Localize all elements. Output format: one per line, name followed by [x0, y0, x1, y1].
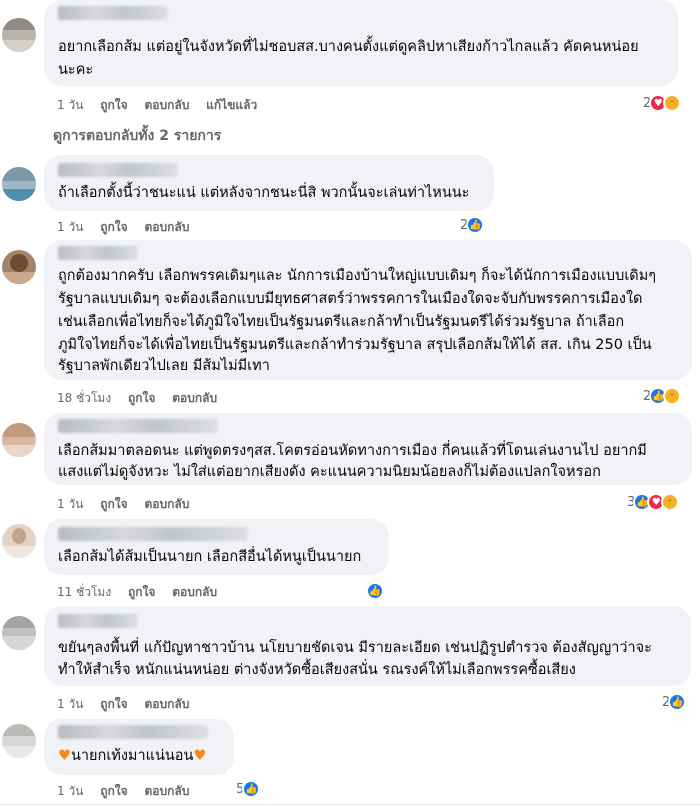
- comment-time[interactable]: 11 ชั่วโมง: [57, 585, 111, 599]
- reply-button[interactable]: ตอบกลับ: [144, 98, 189, 112]
- divider: [0, 804, 700, 805]
- comment-text-line: ♥นายกเท้งมาแน่นอน♥: [58, 745, 206, 768]
- like-button[interactable]: ถูกใจ: [100, 98, 127, 112]
- comment-time[interactable]: 1 วัน: [57, 98, 83, 112]
- author-name[interactable]: [58, 419, 218, 433]
- view-replies-link[interactable]: ดูการตอบกลับทั้ง 2 รายการ: [53, 125, 221, 147]
- comment-time[interactable]: 1 วัน: [57, 697, 83, 711]
- reaction-summary[interactable]: 👍: [366, 581, 384, 601]
- comment-actions: 1 วัน ถูกใจ ตอบกลับ: [57, 218, 202, 237]
- comment-time[interactable]: 18 ชั่วโมง: [57, 391, 111, 405]
- comment-text-line: ทำให้สำเร็จ หนักแน่นหน่อย ต่างจังหวัดซื้…: [58, 662, 576, 678]
- comment-bubble: เลือกส้มมาตลอดนะ แต่พูดตรงๆสส.โคตรอ่อนหั…: [44, 413, 692, 485]
- comment-time[interactable]: 1 วัน: [57, 220, 83, 234]
- comment-bubble: ถูกต้องมากครับ เลือกพรรคเดิมๆและ นักการเ…: [44, 240, 692, 380]
- comment-text-line: ถูกต้องมากครับ เลือกพรรคเดิมๆและ นักการเ…: [58, 268, 657, 284]
- reply-button[interactable]: ตอบกลับ: [144, 220, 189, 234]
- comment-time[interactable]: 1 วัน: [57, 784, 83, 798]
- comment-bubble: เลือกส้มได้ส้มเป็นนายก เลือกสีอื่นได้หนู…: [44, 519, 389, 575]
- avatar[interactable]: [2, 616, 36, 650]
- haha-icon: ᵕ: [663, 387, 682, 405]
- like-button[interactable]: ถูกใจ: [100, 497, 127, 511]
- comment-text-line: เลือกส้มได้ส้มเป็นนายก เลือกสีอื่นได้หนู…: [58, 549, 362, 565]
- comment-bubble: อยากเลือกส้ม แต่อยู่ในจังหวัดที่ไม่ชอบสส…: [44, 0, 678, 86]
- author-name[interactable]: [58, 725, 208, 739]
- like-icon: 👍: [242, 780, 261, 798]
- haha-icon: ᵕ: [663, 94, 682, 112]
- like-button[interactable]: ถูกใจ: [128, 391, 155, 405]
- avatar[interactable]: [2, 524, 36, 558]
- author-name[interactable]: [58, 163, 178, 177]
- avatar[interactable]: [2, 167, 36, 201]
- comment-bubble: ถ้าเลือกตั้งนี้ว่าชนะแน่ แต่หลังจากชนะนี…: [44, 155, 494, 211]
- like-button[interactable]: ถูกใจ: [100, 697, 127, 711]
- comment-actions: 18 ชั่วโมง ถูกใจ ตอบกลับ: [57, 389, 230, 408]
- comment-text-line: ขยันๆลงพื้นที่ แก้ปัญหาชาวบ้าน นโยบายชัด…: [58, 640, 652, 656]
- comment-bubble: ขยันๆลงพื้นที่ แก้ปัญหาชาวบ้าน นโยบายชัด…: [44, 606, 691, 686]
- reaction-summary[interactable]: 2 ♥ ᵕ: [643, 93, 682, 113]
- like-icon: 👍: [466, 216, 485, 234]
- comment-text-line: เช่นเลือกเพื่อไทยก็จะได้ภูมิใจไทยเป็นรัฐ…: [58, 314, 625, 330]
- avatar[interactable]: [2, 250, 36, 284]
- comment-text-line: รัฐบาลแบบเดิมๆ จะต้องเลือกแบบมียุทธศาสตร…: [58, 291, 643, 307]
- like-button[interactable]: ถูกใจ: [128, 585, 155, 599]
- reaction-summary[interactable]: 2 👍: [662, 692, 687, 712]
- like-button[interactable]: ถูกใจ: [100, 220, 127, 234]
- orange-heart-icon: ♥: [58, 748, 71, 764]
- edited-label: แก้ไขแล้ว: [206, 98, 258, 112]
- haha-icon: ᵕ: [661, 493, 680, 511]
- comment-text-line: ถ้าเลือกตั้งนี้ว่าชนะแน่ แต่หลังจากชนะนี…: [58, 185, 470, 201]
- comment-text-line: อยากเลือกส้ม แต่อยู่ในจังหวัดที่ไม่ชอบสส…: [58, 39, 639, 55]
- like-icon: 👍: [366, 582, 384, 600]
- comment-text-line: เลือกส้มมาตลอดนะ แต่พูดตรงๆสส.โคตรอ่อนหั…: [58, 443, 647, 459]
- comment-actions: 11 ชั่วโมง ถูกใจ ตอบกลับ: [57, 583, 230, 602]
- avatar[interactable]: [2, 724, 36, 758]
- author-name[interactable]: [58, 527, 248, 541]
- avatar[interactable]: [2, 423, 36, 457]
- avatar[interactable]: [2, 18, 36, 52]
- comment-time[interactable]: 1 วัน: [57, 497, 83, 511]
- comment-actions: 1 วัน ถูกใจ ตอบกลับ แก้ไขแล้ว: [57, 96, 270, 115]
- orange-heart-icon: ♥: [193, 748, 207, 764]
- comment-text-line: รัฐบาลพักเดียวไปเลย มีส้มไม่มีเทา: [58, 358, 270, 374]
- reply-button[interactable]: ตอบกลับ: [144, 497, 189, 511]
- reply-button[interactable]: ตอบกลับ: [172, 585, 217, 599]
- reply-button[interactable]: ตอบกลับ: [144, 784, 189, 798]
- reaction-summary[interactable]: 5 👍: [236, 779, 261, 799]
- comment-text-line: แสงแต่ไม่ดูจังหวะ ไม่ใส่แต่อยากเสียงดัง …: [58, 464, 601, 480]
- author-name[interactable]: [58, 614, 138, 628]
- comment-actions: 1 วัน ถูกใจ ตอบกลับ: [57, 695, 202, 714]
- like-icon: 👍: [668, 693, 687, 711]
- reaction-summary[interactable]: 3 👍 ♥ ᵕ: [627, 492, 680, 512]
- reply-button[interactable]: ตอบกลับ: [144, 697, 189, 711]
- comment-text-line: นะคะ: [58, 62, 94, 78]
- comment-actions: 1 วัน ถูกใจ ตอบกลับ: [57, 495, 202, 514]
- comment-actions: 1 วัน ถูกใจ ตอบกลับ: [57, 782, 202, 801]
- comment-text-line: ภูมิใจไทยก็จะได้เพื่อไทยเป็นรัฐมนตรีและก…: [58, 337, 652, 353]
- like-button[interactable]: ถูกใจ: [100, 784, 127, 798]
- reaction-summary[interactable]: 2 👍 ᵕ: [643, 386, 682, 406]
- comment-text: นายกเท้งมาแน่นอน: [71, 748, 194, 764]
- reaction-summary[interactable]: 2 👍: [460, 215, 485, 235]
- comment-bubble: ♥นายกเท้งมาแน่นอน♥: [44, 719, 234, 775]
- author-name[interactable]: [58, 246, 138, 260]
- reply-button[interactable]: ตอบกลับ: [172, 391, 217, 405]
- author-name[interactable]: [58, 6, 168, 20]
